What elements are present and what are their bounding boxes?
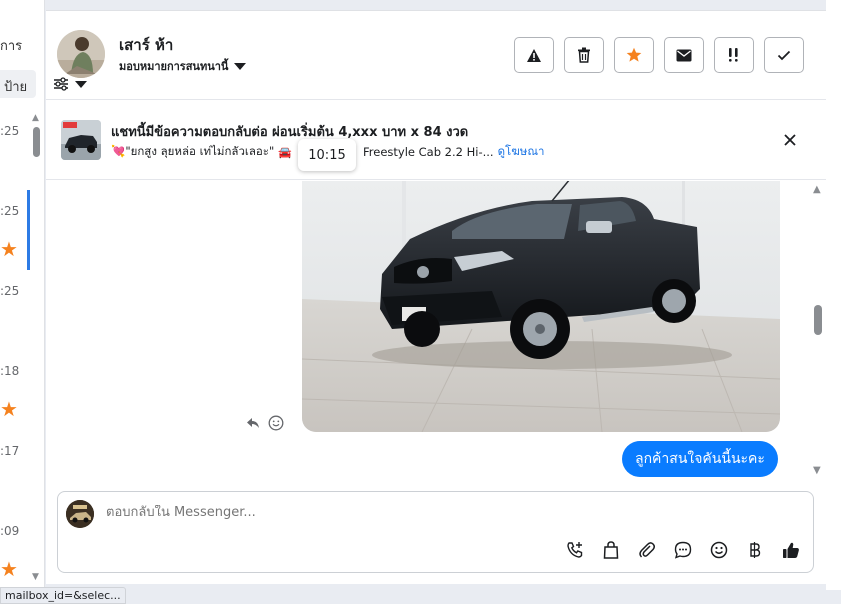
- star-icon[interactable]: ★: [0, 559, 18, 579]
- timestamp-tooltip: 10:15: [298, 139, 356, 171]
- shop-button[interactable]: [601, 540, 621, 560]
- thumbs-up-icon: [783, 542, 799, 558]
- important-icon: [729, 48, 738, 62]
- mark-important-button[interactable]: [714, 37, 754, 73]
- selected-thread-indicator: [27, 190, 30, 270]
- check-icon: [777, 50, 791, 60]
- chat-bubble-icon: [674, 541, 692, 559]
- spam-icon: [527, 48, 541, 62]
- scrollbar-thumb[interactable]: [33, 127, 40, 157]
- filter-dropdown[interactable]: [53, 77, 87, 91]
- composer-toolbar: [565, 540, 801, 560]
- ad-subtitle-start: 💘"ยกสูง ลุยหล่อ เท่ไม่กลัวเลอะ": [111, 144, 275, 158]
- outgoing-message[interactable]: ลูกค้าสนใจคันนี้นะคะ: [622, 441, 778, 477]
- reply-composer: [57, 491, 814, 573]
- avatar[interactable]: [57, 30, 105, 78]
- bag-icon: [603, 541, 619, 559]
- conversation-panel: เสาร์ ห้า มอบหมายการสนทนานี้ แชทนี้มีข้อ…: [46, 10, 826, 584]
- reply-input[interactable]: [106, 505, 706, 520]
- star-icon[interactable]: ★: [0, 399, 18, 419]
- baht-icon: [750, 542, 761, 558]
- caret-down-icon: [75, 80, 87, 88]
- contact-name[interactable]: เสาร์ ห้า: [119, 33, 173, 57]
- like-button[interactable]: [781, 540, 801, 560]
- call-button[interactable]: [565, 540, 585, 560]
- mail-icon: [676, 49, 692, 61]
- car-photo-attachment[interactable]: [302, 181, 780, 432]
- close-ad-button[interactable]: [780, 130, 800, 150]
- scroll-down-arrow[interactable]: ▼: [813, 465, 821, 476]
- close-icon: [784, 134, 796, 146]
- thread-time: :25: [0, 284, 20, 298]
- mark-unread-button[interactable]: [664, 37, 704, 73]
- mark-spam-button[interactable]: [514, 37, 554, 73]
- car-emoji-icon: 🚘: [278, 145, 292, 159]
- trash-icon: [578, 47, 590, 63]
- message-list: ลูกค้าสนใจคันนี้นะคะ ▲ ▼: [46, 181, 826, 484]
- star-icon[interactable]: ★: [0, 239, 18, 259]
- scrollbar-thumb[interactable]: [814, 305, 822, 335]
- ad-context-bar: แชทนี้มีข้อความตอบกลับต่อ ผ่อนเริ่มต้น 4…: [46, 100, 826, 180]
- message-reactions: [246, 415, 284, 431]
- paperclip-icon: [639, 542, 655, 558]
- delete-button[interactable]: [564, 37, 604, 73]
- sliders-icon: [54, 77, 68, 91]
- ad-car-image: [61, 120, 101, 160]
- call-plus-icon: [567, 542, 583, 558]
- view-ad-link[interactable]: ดูโฆษณา: [498, 143, 545, 161]
- assign-label: มอบหมายการสนทนานี้: [119, 60, 229, 73]
- thread-time: :09: [0, 524, 20, 538]
- thread-list: การ ป้าย :25 :25 ★ :25 :18 ★ :17 :09 ★ ▲…: [0, 0, 45, 590]
- thread-time: :25: [0, 204, 20, 218]
- thread-time: :17: [0, 444, 20, 458]
- tag-filter-label: ป้าย: [4, 80, 28, 95]
- assign-dropdown[interactable]: มอบหมายการสนทนานี้: [119, 57, 247, 75]
- car-photo: [302, 181, 780, 432]
- thread-time: :18: [0, 364, 20, 378]
- caret-down-icon: [234, 62, 247, 70]
- mark-done-button[interactable]: [764, 37, 804, 73]
- window-edge: [826, 0, 841, 590]
- ad-thumbnail[interactable]: [61, 120, 101, 160]
- attach-button[interactable]: [637, 540, 657, 560]
- ad-subtitle-end: Freestyle Cab 2.2 Hi-...: [362, 145, 494, 159]
- thread-time: :25: [0, 124, 20, 138]
- thread-list-header-text: การ: [0, 39, 23, 54]
- smiley-icon: [710, 541, 728, 559]
- scroll-up-arrow[interactable]: ▲: [813, 184, 821, 195]
- saved-replies-button[interactable]: [673, 540, 693, 560]
- status-bar-url: mailbox_id=&selec...: [0, 587, 126, 604]
- star-icon: [626, 47, 642, 62]
- action-toolbar: [514, 37, 804, 73]
- smiley-icon[interactable]: [268, 415, 284, 431]
- star-button[interactable]: [614, 37, 654, 73]
- reply-icon[interactable]: [246, 417, 260, 429]
- conversation-header: เสาร์ ห้า มอบหมายการสนทนานี้: [46, 11, 826, 100]
- payment-button[interactable]: [745, 540, 765, 560]
- avatar-photo: [57, 30, 105, 78]
- ad-title: แชทนี้มีข้อความตอบกลับต่อ ผ่อนเริ่มต้น 4…: [111, 125, 469, 140]
- emoji-button[interactable]: [709, 540, 729, 560]
- page-avatar: [66, 500, 94, 528]
- scroll-up-arrow[interactable]: ▲: [32, 113, 39, 123]
- scroll-down-arrow[interactable]: ▼: [32, 572, 39, 582]
- page-logo: [66, 500, 94, 528]
